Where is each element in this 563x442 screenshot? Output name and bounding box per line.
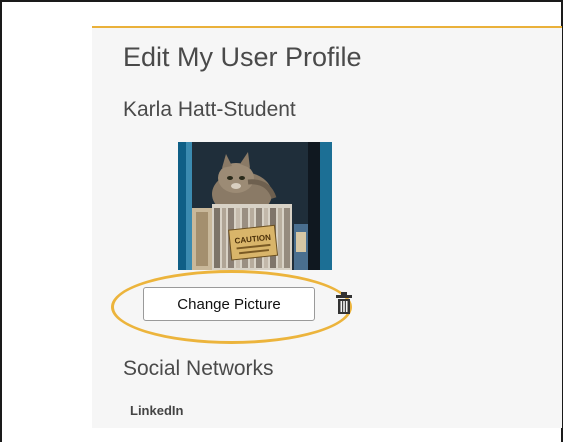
- trash-icon[interactable]: [336, 292, 352, 314]
- linkedin-label: LinkedIn: [130, 403, 184, 418]
- avatar: CAUTION: [178, 142, 332, 270]
- social-networks-heading: Social Networks: [123, 357, 274, 380]
- user-name: Karla Hatt-Student: [123, 98, 296, 121]
- change-picture-button[interactable]: Change Picture: [143, 287, 315, 321]
- page-title: Edit My User Profile: [123, 42, 362, 72]
